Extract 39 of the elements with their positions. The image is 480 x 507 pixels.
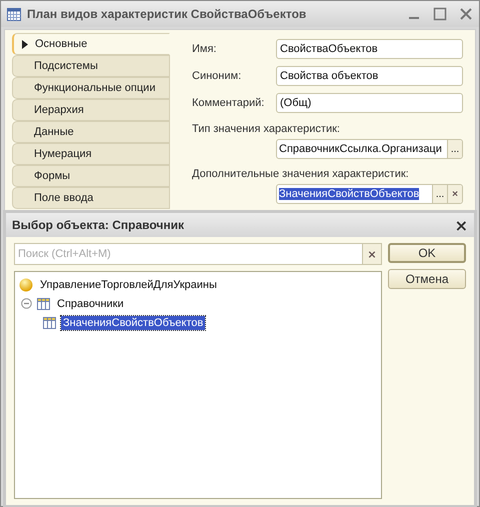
choose-button[interactable]: ...: [432, 185, 447, 203]
side-tab[interactable]: Иерархия: [12, 99, 170, 121]
text-field[interactable]: СвойстваОбъектов: [276, 39, 463, 59]
window-icon: [7, 8, 21, 20]
dialog-button[interactable]: Отмена: [388, 269, 466, 289]
sphere-icon: [19, 278, 33, 292]
side-tab[interactable]: Данные: [12, 121, 170, 143]
pointer-icon: [22, 40, 28, 48]
search-field[interactable]: Поиск (Ctrl+Alt+M) ×: [14, 243, 382, 265]
tree-item[interactable]: УправлениеТорговлейДляУкраины: [38, 278, 219, 292]
field-label: Дополнительные значения характеристик:: [192, 168, 410, 180]
tree-item[interactable]: ЗначенияСвойствОбъектов: [61, 316, 206, 330]
side-tab[interactable]: Нумерация: [12, 143, 170, 165]
close-icon[interactable]: [459, 7, 473, 21]
field-label: Комментарий:: [192, 97, 266, 109]
choose-button[interactable]: ...: [447, 140, 462, 158]
table-icon: [37, 298, 50, 310]
side-tab[interactable]: Основные: [12, 33, 170, 55]
text-field[interactable]: Свойства объектов: [276, 66, 463, 86]
select-field[interactable]: СправочникСсылка.Организаци ...: [276, 139, 463, 159]
side-tab[interactable]: Подсистемы: [12, 55, 170, 77]
close-button[interactable]: ×: [454, 216, 468, 234]
select-field[interactable]: ЗначенияСвойствОбъектов ... ×: [276, 184, 463, 204]
side-tab[interactable]: Формы: [12, 165, 170, 187]
clear-button[interactable]: ×: [362, 244, 381, 264]
side-tab[interactable]: Поле ввода: [12, 187, 170, 209]
dialog-button[interactable]: OK: [388, 243, 466, 263]
table-icon: [43, 316, 56, 328]
field-label: Имя:: [192, 43, 218, 55]
field-label: Тип значения характеристик:: [192, 123, 341, 135]
dialog-title: Выбор объекта: Справочник: [12, 218, 185, 232]
side-tab[interactable]: Функциональные опции: [12, 77, 170, 99]
field-label: Синоним:: [192, 70, 242, 82]
clear-button[interactable]: ×: [447, 185, 462, 203]
text-field[interactable]: (Общ): [276, 93, 463, 113]
tree-item[interactable]: Справочники: [55, 296, 126, 310]
window-title: План видов характеристик СвойстваОбъектов: [27, 7, 308, 21]
collapse-icon[interactable]: [21, 298, 32, 309]
maximize-icon[interactable]: [433, 7, 447, 21]
